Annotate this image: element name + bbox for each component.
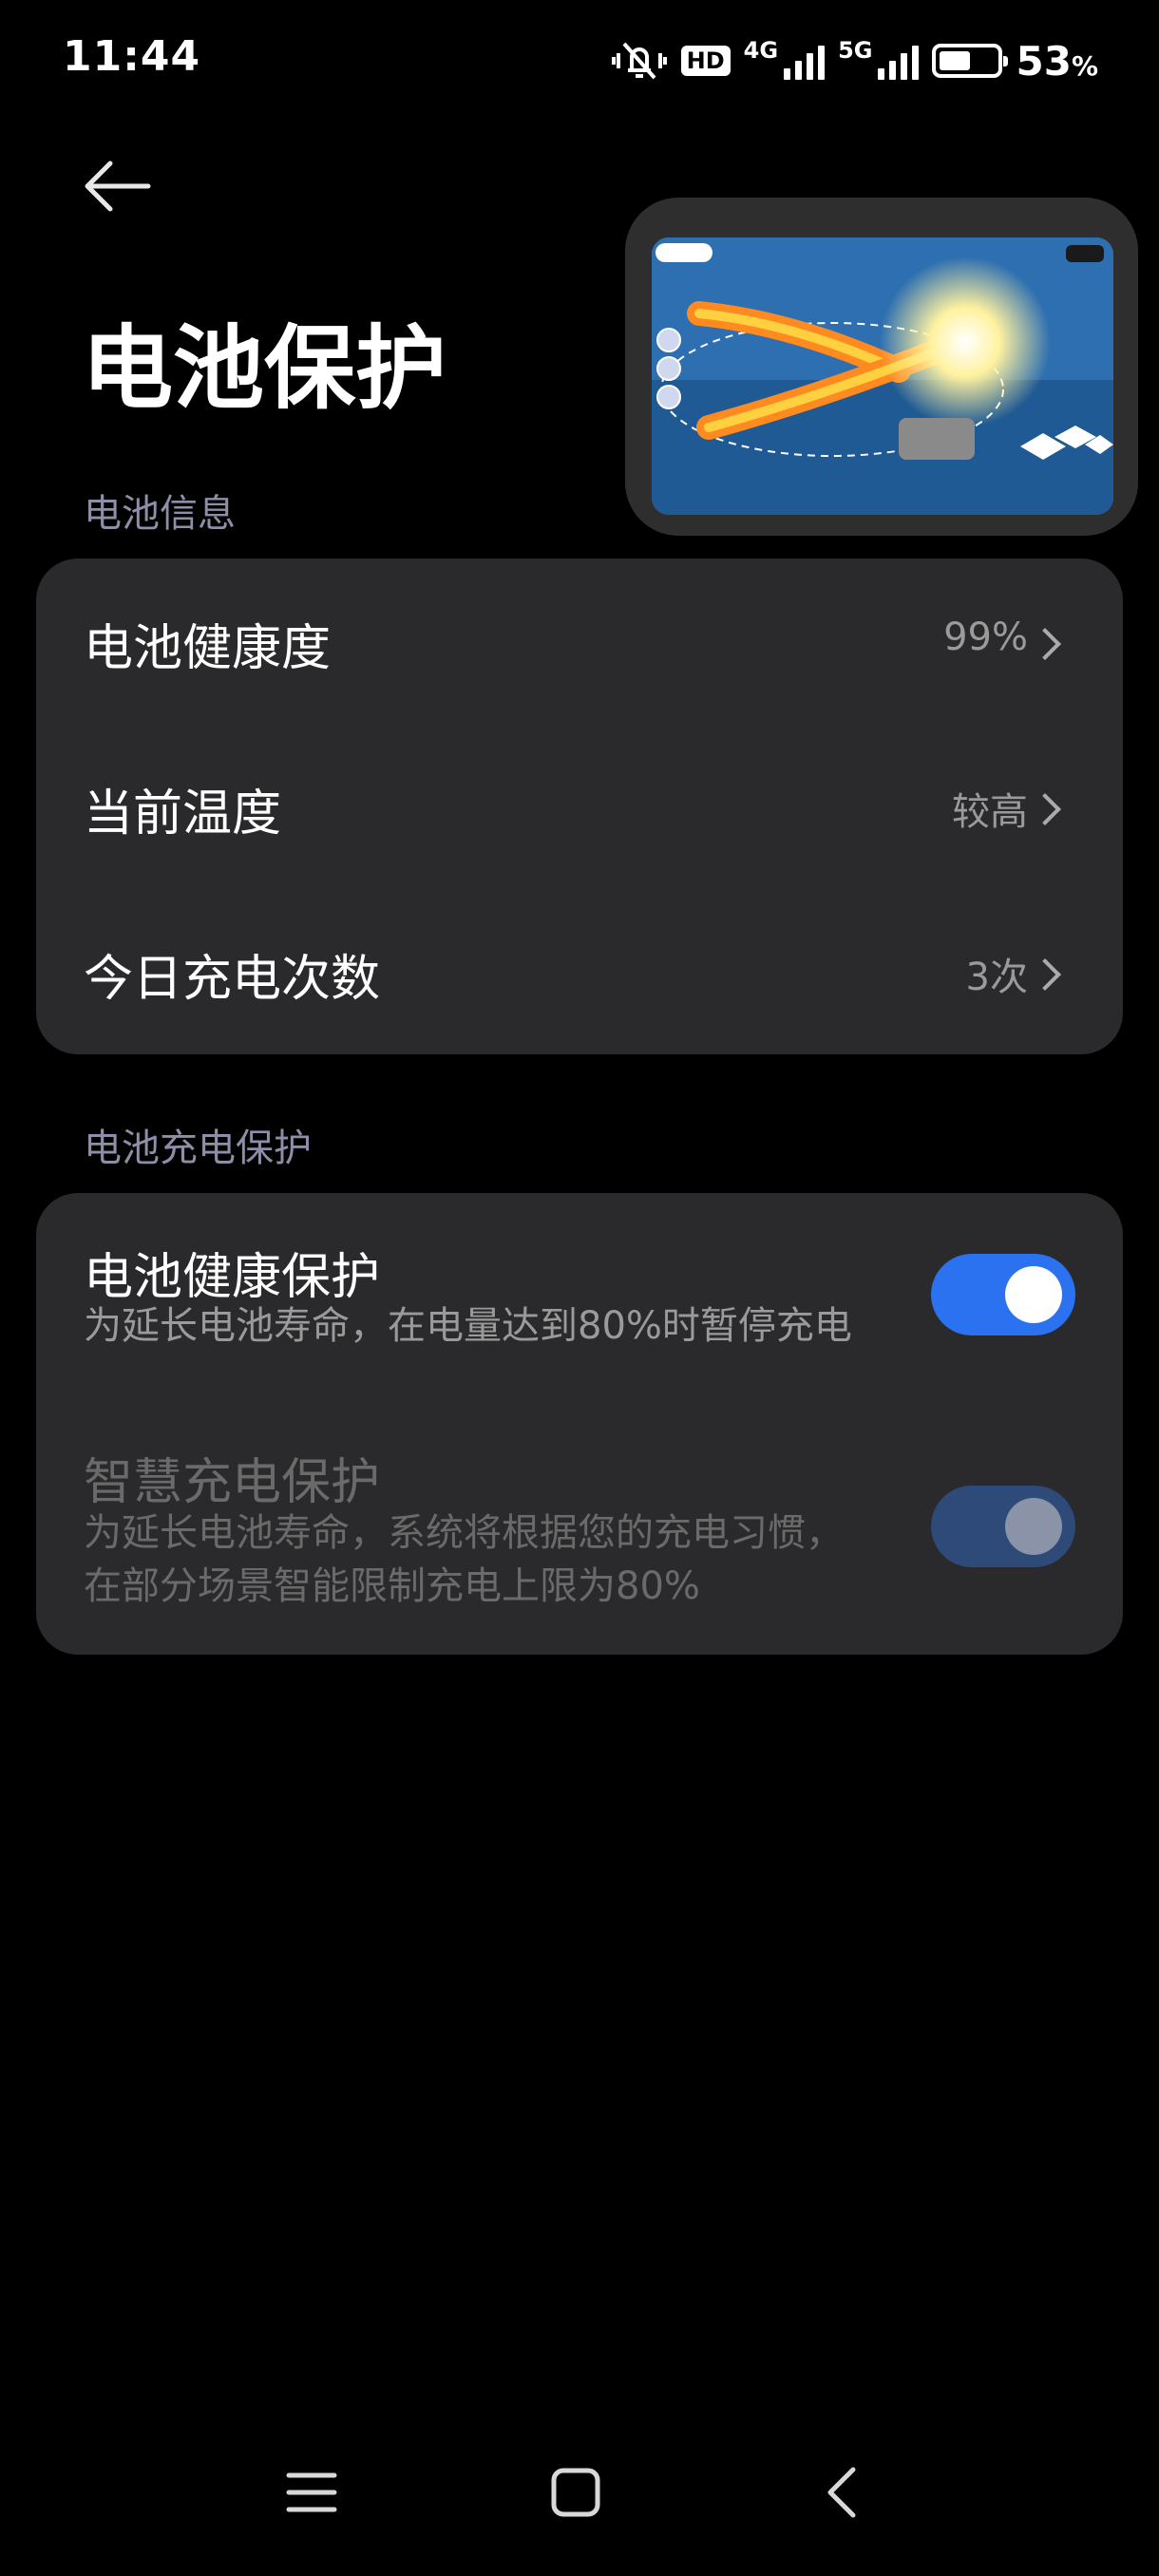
battery-percent: 53% [1016, 37, 1098, 85]
net-5g-label: 5G [838, 37, 873, 64]
chevron-right-icon [1029, 628, 1061, 660]
back-arrow-icon[interactable] [82, 158, 152, 215]
charge-count-row[interactable]: 今日充电次数 3次 [36, 889, 1123, 1054]
smart-charge-protection-row[interactable]: 智慧充电保护 为延长电池寿命，系统将根据您的充电习惯， 在部分场景智能限制充电上… [36, 1402, 1123, 1655]
section-label-battery-info: 电池信息 [84, 492, 236, 536]
status-icons: HD 4G 5G 53% [611, 34, 1098, 87]
signal-5g-icon [878, 42, 920, 80]
smart-charge-protection-toggle[interactable] [931, 1486, 1075, 1567]
game-video-thumbnail[interactable] [652, 237, 1113, 515]
current-temperature-label: 当前温度 [84, 786, 282, 843]
battery-icon [932, 44, 1009, 78]
status-time: 11:44 [63, 32, 201, 81]
smart-charge-protection-description-line1: 为延长电池寿命，系统将根据您的充电习惯， [84, 1511, 844, 1555]
battery-health-protection-toggle[interactable] [931, 1254, 1075, 1335]
navigation-bar [0, 2424, 1159, 2576]
battery-health-protection-row[interactable]: 电池健康保护 为延长电池寿命，在电量达到80%时暂停充电 [36, 1193, 1123, 1402]
battery-health-label: 电池健康度 [84, 620, 332, 677]
home-icon[interactable] [549, 2466, 602, 2519]
back-icon[interactable] [817, 2466, 870, 2519]
signal-4g-icon [784, 42, 826, 80]
menu-icon[interactable] [285, 2466, 338, 2519]
battery-health-row[interactable]: 电池健康度 99% [36, 559, 1123, 724]
net-4g-label: 4G [743, 37, 779, 64]
current-temperature-value: 较高 [952, 790, 1028, 834]
section-label-charge-protection: 电池充电保护 [84, 1127, 312, 1170]
battery-health-protection-description: 为延长电池寿命，在电量达到80%时暂停充电 [84, 1304, 852, 1348]
smart-charge-protection-label: 智慧充电保护 [84, 1454, 381, 1511]
chevron-right-icon [1029, 958, 1061, 991]
smart-charge-protection-description-line2: 在部分场景智能限制充电上限为80% [84, 1564, 700, 1608]
mute-vibrate-icon [611, 42, 667, 80]
charge-count-label: 今日充电次数 [84, 951, 381, 1008]
page-title: 电池保护 [82, 315, 446, 422]
battery-health-value: 99% [943, 616, 1028, 659]
hd-icon: HD [680, 46, 731, 76]
battery-health-protection-label: 电池健康保护 [84, 1249, 381, 1306]
current-temperature-row[interactable]: 当前温度 较高 [36, 724, 1123, 889]
chevron-right-icon [1029, 793, 1061, 825]
charge-count-value: 3次 [965, 956, 1028, 999]
